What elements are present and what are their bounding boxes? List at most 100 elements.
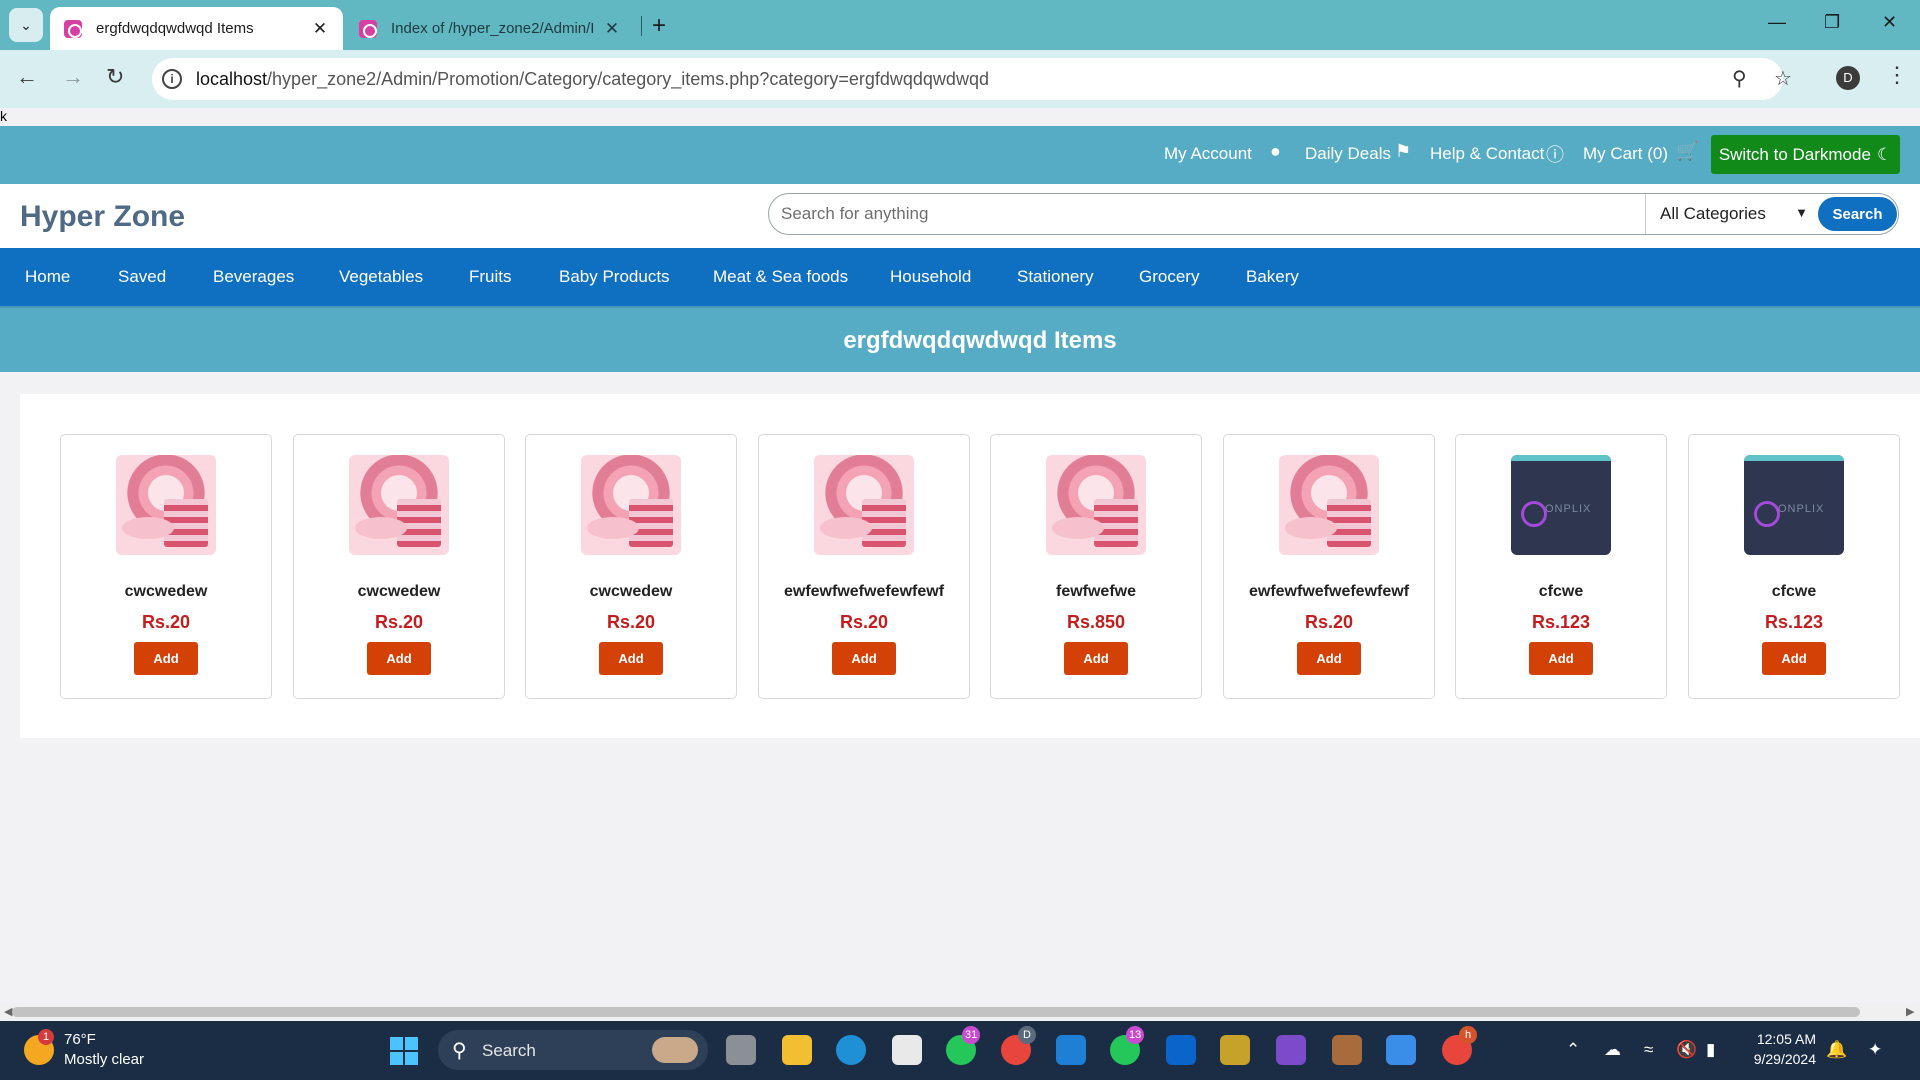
nav-stationery[interactable]: Stationery — [1017, 267, 1094, 287]
product-name[interactable]: fewfwefwe — [991, 583, 1201, 601]
battery-icon[interactable]: ▮ — [1706, 1040, 1715, 1060]
tab-active[interactable]: ergfdwqdqwdwqd Items ✕ — [50, 7, 343, 50]
add-to-cart-button[interactable]: Add — [1762, 642, 1826, 675]
daily-deals-link[interactable]: Daily Deals — [1305, 144, 1391, 164]
windows-start-icon[interactable] — [390, 1037, 418, 1065]
site-logo[interactable]: Hyper Zone — [20, 200, 185, 234]
minimize-icon[interactable]: — — [1768, 12, 1786, 33]
product-card[interactable]: ewfewfwefwefewfewf Rs.20 Add — [1223, 434, 1435, 699]
darkmode-button[interactable]: Switch to Darkmode ☾ — [1711, 135, 1900, 174]
outlook-icon[interactable] — [1166, 1035, 1196, 1065]
browser-menu-icon[interactable]: ⋮ — [1886, 62, 1908, 88]
clock-time[interactable]: 12:05 AM — [1752, 1031, 1816, 1047]
task-view-icon[interactable] — [726, 1035, 756, 1065]
add-to-cart-button[interactable]: Add — [367, 642, 431, 675]
back-icon[interactable]: ← — [16, 64, 38, 90]
product-name[interactable]: cwcwedew — [526, 583, 736, 601]
chevron-up-icon[interactable]: ⌃ — [1566, 1040, 1580, 1060]
nav-bakery[interactable]: Bakery — [1246, 267, 1299, 287]
snipping-tool-icon[interactable] — [1220, 1035, 1250, 1065]
url-text[interactable]: localhost/hyper_zone2/Admin/Promotion/Ca… — [196, 69, 989, 90]
product-name[interactable]: cwcwedew — [294, 583, 504, 601]
copilot-icon[interactable]: ✦ — [1868, 1040, 1882, 1060]
add-to-cart-button[interactable]: Add — [1297, 642, 1361, 675]
store-icon[interactable] — [892, 1035, 922, 1065]
bookmark-star-icon[interactable]: ☆ — [1774, 66, 1792, 91]
user-icon[interactable]: ● — [1270, 141, 1281, 162]
help-icon[interactable]: ⓘ — [1546, 141, 1564, 167]
search-button[interactable]: Search — [1818, 197, 1897, 231]
product-card[interactable]: cwcwedew Rs.20 Add — [293, 434, 505, 699]
horizontal-scrollbar[interactable]: ◀ ▶ — [0, 1003, 1920, 1021]
product-card[interactable]: cwcwedew Rs.20 Add — [60, 434, 272, 699]
product-image[interactable]: ONPLIX — [1511, 455, 1611, 555]
tab-search-button[interactable]: ⌄ — [9, 8, 43, 42]
weather-temp[interactable]: 76°F — [64, 1031, 96, 1048]
product-card[interactable]: cwcwedew Rs.20 Add — [525, 434, 737, 699]
product-card[interactable]: ewfewfwefwefewfewf Rs.20 Add — [758, 434, 970, 699]
weather-desc[interactable]: Mostly clear — [64, 1051, 144, 1068]
forward-icon[interactable]: → — [62, 64, 84, 90]
product-name[interactable]: cfcwe — [1689, 583, 1899, 601]
nav-baby-products[interactable]: Baby Products — [559, 267, 670, 287]
product-card[interactable]: ONPLIX cfcwe Rs.123 Add — [1455, 434, 1667, 699]
category-select[interactable]: All Categories ▼ — [1645, 194, 1816, 234]
add-to-cart-button[interactable]: Add — [1064, 642, 1128, 675]
restore-icon[interactable]: ❐ — [1824, 12, 1840, 33]
scrollbar-thumb[interactable] — [12, 1007, 1860, 1017]
vscode-icon[interactable] — [1056, 1035, 1086, 1065]
zoom-icon[interactable]: ⚲ — [1732, 66, 1747, 91]
onedrive-icon[interactable]: ☁ — [1604, 1040, 1621, 1060]
product-name[interactable]: ewfewfwefwefewfewf — [759, 583, 969, 601]
clock-date[interactable]: 9/29/2024 — [1742, 1051, 1816, 1067]
help-contact-link[interactable]: Help & Contact — [1430, 144, 1544, 164]
product-image[interactable] — [581, 455, 681, 555]
product-image[interactable] — [349, 455, 449, 555]
add-to-cart-button[interactable]: Add — [134, 642, 198, 675]
product-image[interactable]: ONPLIX — [1744, 455, 1844, 555]
profile-avatar[interactable]: D — [1836, 66, 1860, 90]
product-image[interactable] — [1046, 455, 1146, 555]
nav-vegetables[interactable]: Vegetables — [339, 267, 423, 287]
site-info-icon[interactable]: i — [162, 69, 182, 89]
edge-icon[interactable] — [836, 1035, 866, 1065]
close-tab-icon[interactable]: ✕ — [311, 19, 329, 39]
volume-muted-icon[interactable]: 🔇 — [1676, 1040, 1697, 1060]
file-explorer-icon[interactable] — [782, 1035, 812, 1065]
search-input[interactable] — [769, 194, 1645, 234]
my-account-link[interactable]: My Account — [1164, 144, 1252, 164]
product-card[interactable]: ONPLIX cfcwe Rs.123 Add — [1688, 434, 1900, 699]
visual-studio-icon[interactable] — [1276, 1035, 1306, 1065]
wifi-icon[interactable]: ≈ — [1644, 1040, 1653, 1060]
my-cart-link[interactable]: My Cart (0) — [1583, 144, 1668, 164]
nav-fruits[interactable]: Fruits — [469, 267, 512, 287]
close-window-icon[interactable]: ✕ — [1882, 12, 1897, 33]
notification-bell-icon[interactable]: 🔔 — [1826, 1040, 1847, 1060]
nav-saved[interactable]: Saved — [118, 267, 166, 287]
tab-inactive[interactable]: Index of /hyper_zone2/Admin/I ✕ — [345, 7, 635, 50]
product-name[interactable]: ewfewfwefwefewfewf — [1224, 583, 1434, 601]
close-tab-icon[interactable]: ✕ — [603, 19, 621, 39]
product-image[interactable] — [1279, 455, 1379, 555]
nav-grocery[interactable]: Grocery — [1139, 267, 1199, 287]
address-bar[interactable]: i localhost/hyper_zone2/Admin/Promotion/… — [152, 58, 1792, 100]
nav-beverages[interactable]: Beverages — [213, 267, 294, 287]
notepad-icon[interactable] — [1386, 1035, 1416, 1065]
add-to-cart-button[interactable]: Add — [599, 642, 663, 675]
nav-household[interactable]: Household — [890, 267, 971, 287]
product-name[interactable]: cfcwe — [1456, 583, 1666, 601]
product-image[interactable] — [814, 455, 914, 555]
app-thumbnail-icon[interactable] — [1332, 1035, 1362, 1065]
taskbar-search[interactable]: ⚲ Search — [438, 1030, 708, 1070]
product-name[interactable]: cwcwedew — [61, 583, 271, 601]
nav-home[interactable]: Home — [25, 267, 70, 287]
cart-icon[interactable]: 🛒 — [1676, 141, 1698, 162]
tag-icon[interactable]: ⚑ — [1395, 141, 1411, 162]
new-tab-button[interactable]: + — [652, 12, 666, 40]
add-to-cart-button[interactable]: Add — [1529, 642, 1593, 675]
nav-meat-sea-foods[interactable]: Meat & Sea foods — [713, 267, 848, 287]
add-to-cart-button[interactable]: Add — [832, 642, 896, 675]
product-image[interactable] — [116, 455, 216, 555]
product-card[interactable]: fewfwefwe Rs.850 Add — [990, 434, 1202, 699]
scroll-right-icon[interactable]: ▶ — [1906, 1005, 1914, 1018]
